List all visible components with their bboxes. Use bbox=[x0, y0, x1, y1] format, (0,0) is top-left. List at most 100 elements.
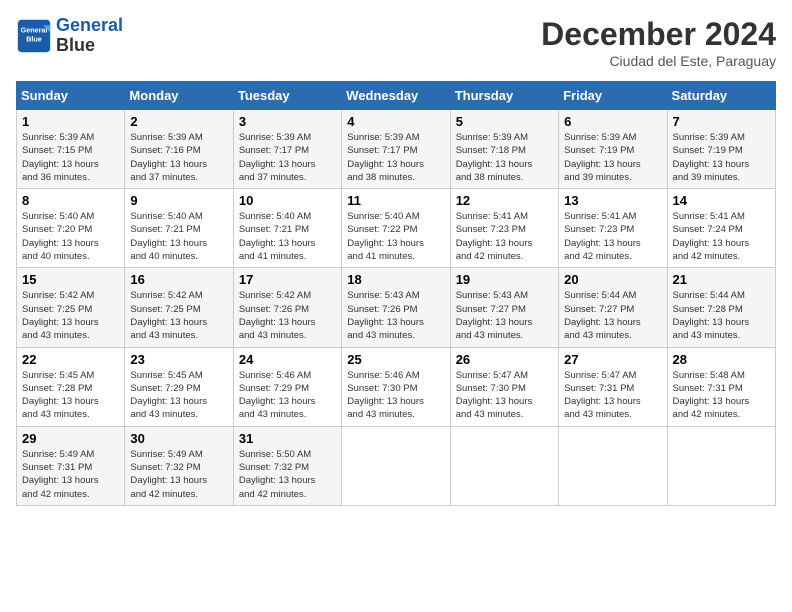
calendar-cell bbox=[450, 426, 558, 505]
calendar-cell: 16 Sunrise: 5:42 AMSunset: 7:25 PMDayligh… bbox=[125, 268, 233, 347]
calendar-cell: 28 Sunrise: 5:48 AMSunset: 7:31 PMDayligh… bbox=[667, 347, 775, 426]
calendar-cell: 5 Sunrise: 5:39 AMSunset: 7:18 PMDaylight… bbox=[450, 110, 558, 189]
day-number: 14 bbox=[673, 193, 770, 208]
cell-info: Sunrise: 5:39 AMSunset: 7:17 PMDaylight:… bbox=[347, 131, 444, 184]
calendar-cell: 10 Sunrise: 5:40 AMSunset: 7:21 PMDayligh… bbox=[233, 189, 341, 268]
day-number: 3 bbox=[239, 114, 336, 129]
calendar-cell: 31 Sunrise: 5:50 AMSunset: 7:32 PMDayligh… bbox=[233, 426, 341, 505]
title-area: December 2024 Ciudad del Este, Paraguay bbox=[541, 16, 776, 69]
calendar-cell: 9 Sunrise: 5:40 AMSunset: 7:21 PMDaylight… bbox=[125, 189, 233, 268]
calendar-cell bbox=[667, 426, 775, 505]
cell-info: Sunrise: 5:42 AMSunset: 7:25 PMDaylight:… bbox=[130, 289, 227, 342]
day-number: 31 bbox=[239, 431, 336, 446]
cell-info: Sunrise: 5:45 AMSunset: 7:29 PMDaylight:… bbox=[130, 369, 227, 422]
day-number: 13 bbox=[564, 193, 661, 208]
day-header-friday: Friday bbox=[559, 82, 667, 110]
calendar-cell: 27Sunrise: 5:47 AMSunset: 7:31 PMDayligh… bbox=[559, 347, 667, 426]
calendar-cell: 8 Sunrise: 5:40 AMSunset: 7:20 PMDaylight… bbox=[17, 189, 125, 268]
calendar-cell: 1 Sunrise: 5:39 AMSunset: 7:15 PMDaylight… bbox=[17, 110, 125, 189]
day-number: 1 bbox=[22, 114, 119, 129]
cell-info: Sunrise: 5:39 AMSunset: 7:16 PMDaylight:… bbox=[130, 131, 227, 184]
calendar-cell: 11 Sunrise: 5:40 AMSunset: 7:22 PMDayligh… bbox=[342, 189, 450, 268]
calendar-cell: 6 Sunrise: 5:39 AMSunset: 7:19 PMDaylight… bbox=[559, 110, 667, 189]
day-number: 22 bbox=[22, 352, 119, 367]
logo-icon: General Blue bbox=[16, 18, 52, 54]
day-number: 5 bbox=[456, 114, 553, 129]
svg-text:Blue: Blue bbox=[26, 34, 42, 43]
calendar-cell: 14 Sunrise: 5:41 AMSunset: 7:24 PMDayligh… bbox=[667, 189, 775, 268]
calendar-cell: 2 Sunrise: 5:39 AMSunset: 7:16 PMDaylight… bbox=[125, 110, 233, 189]
day-number: 12 bbox=[456, 193, 553, 208]
day-number: 20 bbox=[564, 272, 661, 287]
cell-info: Sunrise: 5:47 AMSunset: 7:31 PMDaylight:… bbox=[564, 369, 661, 422]
calendar-cell: 4 Sunrise: 5:39 AMSunset: 7:17 PMDaylight… bbox=[342, 110, 450, 189]
calendar-cell: 29 Sunrise: 5:49 AMSunset: 7:31 PMDayligh… bbox=[17, 426, 125, 505]
cell-info: Sunrise: 5:40 AMSunset: 7:22 PMDaylight:… bbox=[347, 210, 444, 263]
day-number: 29 bbox=[22, 431, 119, 446]
cell-info: Sunrise: 5:43 AMSunset: 7:27 PMDaylight:… bbox=[456, 289, 553, 342]
day-header-tuesday: Tuesday bbox=[233, 82, 341, 110]
cell-info: Sunrise: 5:40 AMSunset: 7:20 PMDaylight:… bbox=[22, 210, 119, 263]
cell-info: Sunrise: 5:39 AMSunset: 7:17 PMDaylight:… bbox=[239, 131, 336, 184]
cell-info: Sunrise: 5:40 AMSunset: 7:21 PMDaylight:… bbox=[239, 210, 336, 263]
calendar-cell: 20 Sunrise: 5:44 AMSunset: 7:27 PMDayligh… bbox=[559, 268, 667, 347]
cell-info: Sunrise: 5:40 AMSunset: 7:21 PMDaylight:… bbox=[130, 210, 227, 263]
day-number: 8 bbox=[22, 193, 119, 208]
cell-info: Sunrise: 5:41 AMSunset: 7:23 PMDaylight:… bbox=[564, 210, 661, 263]
cell-info: Sunrise: 5:41 AMSunset: 7:23 PMDaylight:… bbox=[456, 210, 553, 263]
day-header-wednesday: Wednesday bbox=[342, 82, 450, 110]
day-number: 7 bbox=[673, 114, 770, 129]
day-number: 6 bbox=[564, 114, 661, 129]
calendar-cell: 17 Sunrise: 5:42 AMSunset: 7:26 PMDayligh… bbox=[233, 268, 341, 347]
day-number: 16 bbox=[130, 272, 227, 287]
cell-info: Sunrise: 5:48 AMSunset: 7:31 PMDaylight:… bbox=[673, 369, 770, 422]
month-title: December 2024 bbox=[541, 16, 776, 53]
day-header-monday: Monday bbox=[125, 82, 233, 110]
cell-info: Sunrise: 5:39 AMSunset: 7:18 PMDaylight:… bbox=[456, 131, 553, 184]
cell-info: Sunrise: 5:45 AMSunset: 7:28 PMDaylight:… bbox=[22, 369, 119, 422]
day-number: 2 bbox=[130, 114, 227, 129]
cell-info: Sunrise: 5:44 AMSunset: 7:27 PMDaylight:… bbox=[564, 289, 661, 342]
day-header-thursday: Thursday bbox=[450, 82, 558, 110]
cell-info: Sunrise: 5:39 AMSunset: 7:15 PMDaylight:… bbox=[22, 131, 119, 184]
calendar-cell: 7Sunrise: 5:39 AMSunset: 7:19 PMDaylight… bbox=[667, 110, 775, 189]
day-number: 30 bbox=[130, 431, 227, 446]
day-number: 11 bbox=[347, 193, 444, 208]
calendar-cell: 15 Sunrise: 5:42 AMSunset: 7:25 PMDayligh… bbox=[17, 268, 125, 347]
day-header-saturday: Saturday bbox=[667, 82, 775, 110]
cell-info: Sunrise: 5:42 AMSunset: 7:25 PMDaylight:… bbox=[22, 289, 119, 342]
cell-info: Sunrise: 5:49 AMSunset: 7:32 PMDaylight:… bbox=[130, 448, 227, 501]
calendar-cell bbox=[342, 426, 450, 505]
cell-info: Sunrise: 5:41 AMSunset: 7:24 PMDaylight:… bbox=[673, 210, 770, 263]
cell-info: Sunrise: 5:46 AMSunset: 7:30 PMDaylight:… bbox=[347, 369, 444, 422]
day-number: 28 bbox=[673, 352, 770, 367]
cell-info: Sunrise: 5:39 AMSunset: 7:19 PMDaylight:… bbox=[564, 131, 661, 184]
calendar-cell: 24Sunrise: 5:46 AMSunset: 7:29 PMDayligh… bbox=[233, 347, 341, 426]
day-number: 15 bbox=[22, 272, 119, 287]
svg-text:General: General bbox=[21, 25, 48, 34]
cell-info: Sunrise: 5:50 AMSunset: 7:32 PMDaylight:… bbox=[239, 448, 336, 501]
logo: General Blue GeneralBlue bbox=[16, 16, 123, 56]
day-number: 19 bbox=[456, 272, 553, 287]
cell-info: Sunrise: 5:42 AMSunset: 7:26 PMDaylight:… bbox=[239, 289, 336, 342]
day-number: 18 bbox=[347, 272, 444, 287]
calendar-cell: 22 Sunrise: 5:45 AMSunset: 7:28 PMDayligh… bbox=[17, 347, 125, 426]
cell-info: Sunrise: 5:47 AMSunset: 7:30 PMDaylight:… bbox=[456, 369, 553, 422]
location-subtitle: Ciudad del Este, Paraguay bbox=[541, 53, 776, 69]
calendar-cell: 26 Sunrise: 5:47 AMSunset: 7:30 PMDayligh… bbox=[450, 347, 558, 426]
cell-info: Sunrise: 5:44 AMSunset: 7:28 PMDaylight:… bbox=[673, 289, 770, 342]
day-number: 10 bbox=[239, 193, 336, 208]
calendar-cell bbox=[559, 426, 667, 505]
calendar-cell: 23Sunrise: 5:45 AMSunset: 7:29 PMDayligh… bbox=[125, 347, 233, 426]
day-number: 26 bbox=[456, 352, 553, 367]
header: General Blue GeneralBlue December 2024 C… bbox=[16, 16, 776, 69]
cell-info: Sunrise: 5:46 AMSunset: 7:29 PMDaylight:… bbox=[239, 369, 336, 422]
calendar-cell: 21 Sunrise: 5:44 AMSunset: 7:28 PMDayligh… bbox=[667, 268, 775, 347]
day-number: 9 bbox=[130, 193, 227, 208]
calendar-cell: 19 Sunrise: 5:43 AMSunset: 7:27 PMDayligh… bbox=[450, 268, 558, 347]
day-number: 4 bbox=[347, 114, 444, 129]
day-number: 17 bbox=[239, 272, 336, 287]
day-header-sunday: Sunday bbox=[17, 82, 125, 110]
cell-info: Sunrise: 5:49 AMSunset: 7:31 PMDaylight:… bbox=[22, 448, 119, 501]
day-number: 21 bbox=[673, 272, 770, 287]
